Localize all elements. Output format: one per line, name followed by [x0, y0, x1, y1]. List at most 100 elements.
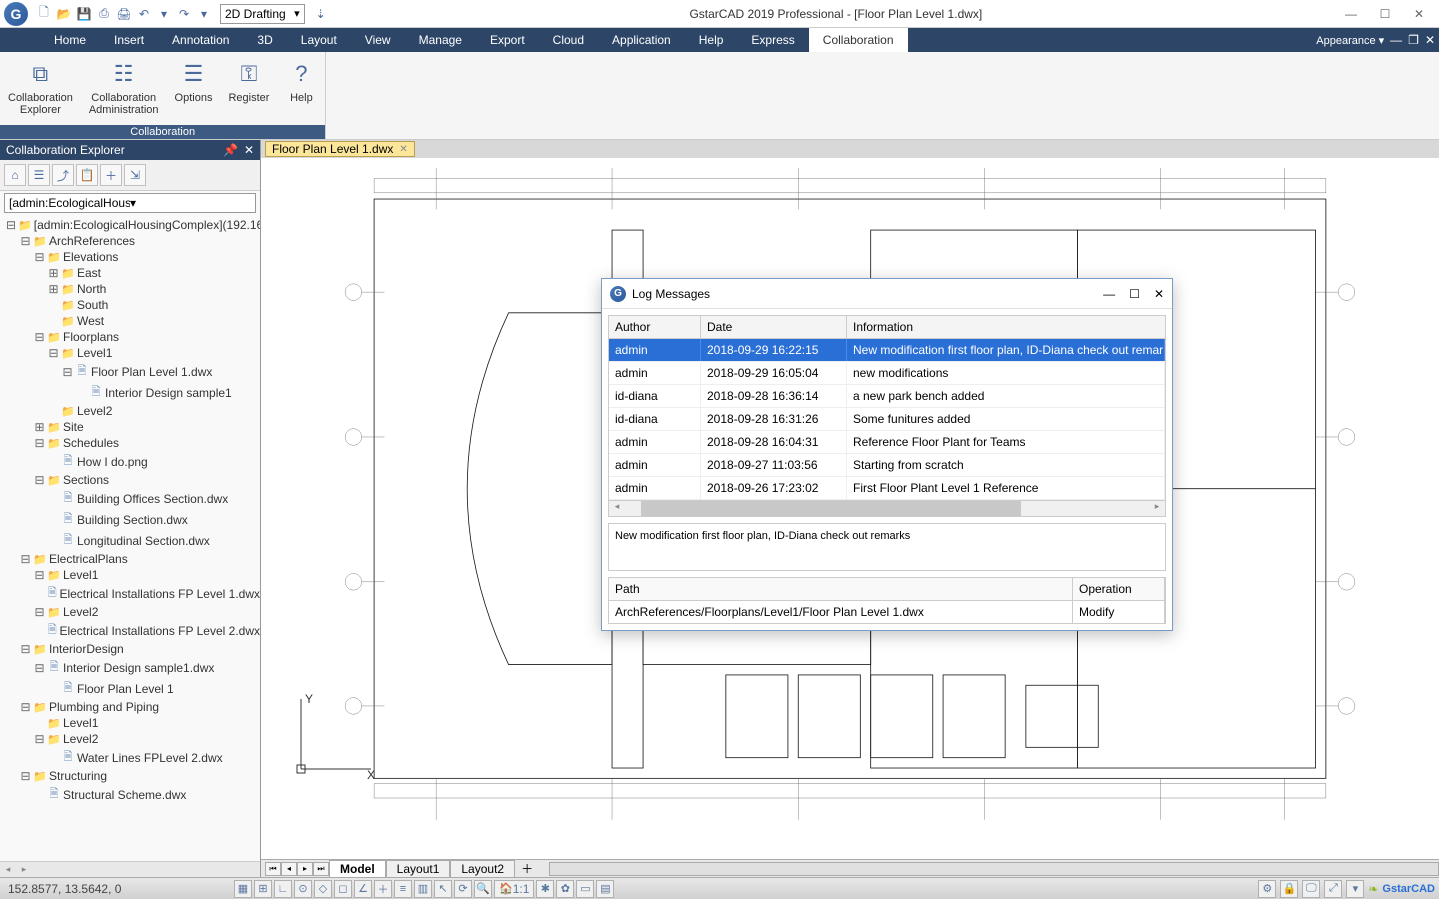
ribbon-register[interactable]: ⚿Register — [220, 56, 277, 125]
tree-toggle[interactable]: ⊟ — [34, 605, 45, 619]
redo-icon[interactable]: ↷ — [176, 6, 192, 22]
layout-tab-layout2[interactable]: Layout2 — [450, 860, 515, 877]
tree-toggle[interactable]: ⊟ — [20, 234, 31, 248]
menu-view[interactable]: View — [351, 28, 405, 52]
tree-toggle[interactable]: ⊟ — [34, 330, 45, 344]
layout-tab-layout1[interactable]: Layout1 — [386, 860, 451, 877]
cycle-icon[interactable]: ⟳ — [454, 880, 472, 898]
annovis-icon[interactable]: ✿ — [556, 880, 574, 898]
add-layout-icon[interactable]: ＋ — [515, 860, 539, 877]
tree-item[interactable]: ⊟📁Elevations — [0, 249, 260, 265]
tree-item[interactable]: 🗎Longitudinal Section.dwx — [0, 530, 260, 551]
tree-item[interactable]: ⊟📁Sections — [0, 472, 260, 488]
tray-icon[interactable]: ▾ — [1346, 880, 1364, 898]
tree-toggle[interactable]: ⊟ — [20, 769, 31, 783]
tree-item[interactable]: ⊟📁ArchReferences — [0, 233, 260, 249]
save-icon[interactable]: 💾 — [76, 6, 92, 22]
col-info[interactable]: Information — [847, 316, 1165, 338]
tree-item[interactable]: 🗎How I do.png — [0, 451, 260, 472]
qat-overflow-icon[interactable]: ⇣ — [313, 6, 329, 22]
tree-item[interactable]: 🗎Interior Design sample1 — [0, 382, 260, 403]
tree-item[interactable]: 🗎Water Lines FPLevel 2.dwx — [0, 747, 260, 768]
layout-next-icon[interactable]: ▸ — [297, 862, 313, 876]
dialog-titlebar[interactable]: G Log Messages — ☐ ✕ — [602, 279, 1172, 309]
panel-breadcrumb[interactable]: [admin:EcologicalHousingComplex](192.168… — [4, 193, 256, 213]
tree-item[interactable]: 🗎Floor Plan Level 1 — [0, 678, 260, 699]
new-icon[interactable]: 🗋 — [36, 6, 52, 22]
list-icon[interactable]: ☰ — [28, 164, 50, 186]
menu-insert[interactable]: Insert — [100, 28, 158, 52]
tree-item[interactable]: ⊞📁North — [0, 281, 260, 297]
minimize-button[interactable]: — — [1343, 6, 1359, 22]
log-row[interactable]: admin2018-09-28 16:04:31Reference Floor … — [609, 431, 1165, 454]
tree-toggle[interactable]: ⊟ — [20, 642, 31, 656]
tree-item[interactable]: 🗎Building Section.dwx — [0, 509, 260, 530]
scale-label[interactable]: 🏠 1:1 — [494, 880, 534, 898]
tree-toggle[interactable]: ⊟ — [34, 250, 45, 264]
menu-3d[interactable]: 3D — [243, 28, 286, 52]
tree-item[interactable]: ⊟🗎Floor Plan Level 1.dwx — [0, 361, 260, 382]
workspace-selector[interactable]: 2D Drafting — [220, 4, 305, 24]
undo-icon[interactable]: ↶ — [136, 6, 152, 22]
redo-dropdown-icon[interactable]: ▾ — [196, 6, 212, 22]
tree-item[interactable]: ⊟📁InteriorDesign — [0, 641, 260, 657]
tree-toggle[interactable]: ⊟ — [34, 732, 45, 746]
tree-item[interactable]: ⊞📁East — [0, 265, 260, 281]
path-row[interactable]: ArchReferences/Floorplans/Level1/Floor P… — [609, 601, 1165, 623]
layout-tab-model[interactable]: Model — [329, 860, 386, 877]
tree-item[interactable]: ⊟📁Schedules — [0, 435, 260, 451]
dialog-maximize-icon[interactable]: ☐ — [1129, 287, 1140, 301]
tree-item[interactable]: 📁Level1 — [0, 715, 260, 731]
log-row[interactable]: id-diana2018-09-28 16:36:14a new park be… — [609, 385, 1165, 408]
commit-icon[interactable]: ⤴ — [52, 164, 74, 186]
snap-icon[interactable]: ⊞ — [254, 880, 272, 898]
monitor-icon[interactable]: 🖵 — [1302, 880, 1320, 898]
log-row[interactable]: admin2018-09-26 17:23:02First Floor Plan… — [609, 477, 1165, 500]
tree-toggle[interactable]: ⊟ — [20, 700, 31, 714]
grid-icon[interactable]: ▦ — [234, 880, 252, 898]
export-icon[interactable]: ⇲ — [124, 164, 146, 186]
panel-close-icon[interactable]: ✕ — [244, 143, 254, 157]
menu-export[interactable]: Export — [476, 28, 539, 52]
maximize-button[interactable]: ☐ — [1377, 6, 1393, 22]
menu-annotation[interactable]: Annotation — [158, 28, 243, 52]
lock-icon[interactable]: 🔒 — [1280, 880, 1298, 898]
tree-item[interactable]: 📁Level2 — [0, 403, 260, 419]
undo-dropdown-icon[interactable]: ▾ — [156, 6, 172, 22]
dialog-minimize-icon[interactable]: — — [1103, 287, 1115, 301]
menu-home[interactable]: Home — [40, 28, 100, 52]
doc-minimize-icon[interactable]: — — [1390, 33, 1402, 47]
col-author[interactable]: Author — [609, 316, 701, 338]
project-tree[interactable]: ⊟📁[admin:EcologicalHousingComplex](192.1… — [0, 215, 260, 861]
tree-toggle[interactable]: ⊞ — [34, 420, 45, 434]
tree-toggle[interactable]: ⊟ — [34, 661, 45, 675]
ribbon-help[interactable]: ?Help — [277, 56, 325, 125]
pin-icon[interactable]: 📌 — [223, 143, 238, 157]
tree-item[interactable]: ⊟📁Level2 — [0, 604, 260, 620]
menu-cloud[interactable]: Cloud — [539, 28, 598, 52]
menu-manage[interactable]: Manage — [405, 28, 476, 52]
drawing-canvas[interactable]: Y X G Log Messages — ☐ ✕ — [261, 158, 1439, 859]
tree-item[interactable]: 📁West — [0, 313, 260, 329]
ribbon-options[interactable]: ☰Options — [167, 56, 221, 125]
tree-toggle[interactable]: ⊟ — [62, 365, 73, 379]
tree-item[interactable]: ⊟📁Structuring — [0, 768, 260, 784]
tree-item[interactable]: ⊟📁Floorplans — [0, 329, 260, 345]
tree-toggle[interactable]: ⊞ — [48, 282, 59, 296]
dyn-icon[interactable]: ＋ — [374, 880, 392, 898]
iso-icon[interactable]: ◇ — [314, 880, 332, 898]
ortho-icon[interactable]: ∟ — [274, 880, 292, 898]
menu-help[interactable]: Help — [685, 28, 738, 52]
panel-hscrollbar[interactable] — [0, 861, 260, 877]
transparency-icon[interactable]: ▥ — [414, 880, 432, 898]
ribbon-collaboration[interactable]: ☷CollaborationAdministration — [81, 56, 167, 125]
layout-last-icon[interactable]: ⏭ — [313, 862, 329, 876]
menu-collaboration[interactable]: Collaboration — [809, 28, 908, 52]
menu-express[interactable]: Express — [737, 28, 808, 52]
doc-restore-icon[interactable]: ❐ — [1408, 33, 1419, 47]
dialog-close-icon[interactable]: ✕ — [1154, 287, 1164, 301]
osnap-icon[interactable]: ◻ — [334, 880, 352, 898]
tree-item[interactable]: ⊟📁Level1 — [0, 567, 260, 583]
close-button[interactable]: ✕ — [1411, 6, 1427, 22]
log-icon[interactable]: 📋 — [76, 164, 98, 186]
